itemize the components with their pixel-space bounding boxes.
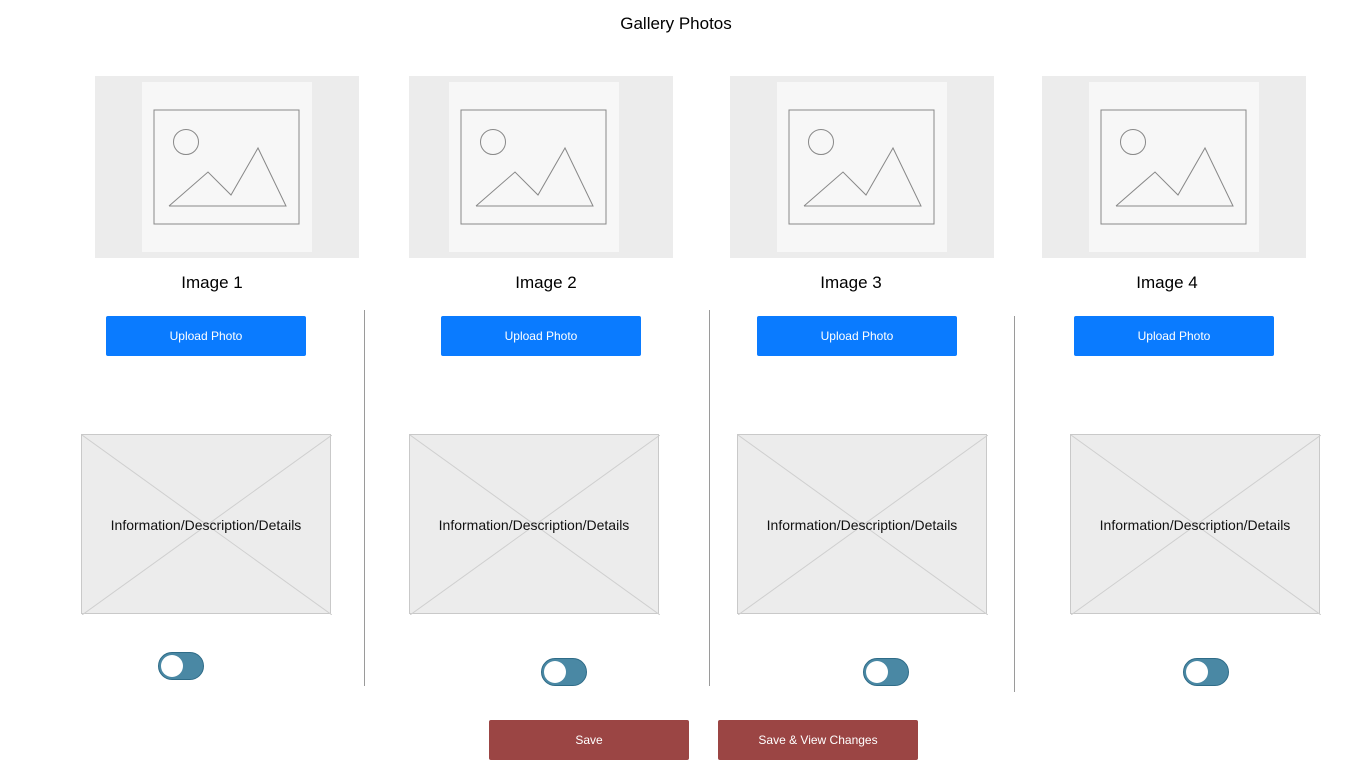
visibility-toggle-2[interactable] — [541, 658, 587, 686]
image-placeholder-icon — [777, 82, 947, 252]
save-button[interactable]: Save — [489, 720, 689, 760]
info-box-3[interactable]: Information/Description/Details — [737, 434, 988, 615]
upload-photo-button-1[interactable]: Upload Photo — [106, 316, 306, 356]
image-placeholder-icon — [142, 82, 312, 252]
column-divider-2 — [709, 310, 710, 686]
image-placeholder-1 — [95, 76, 359, 258]
visibility-toggle-3[interactable] — [863, 658, 909, 686]
info-box-1[interactable]: Information/Description/Details — [81, 434, 332, 615]
upload-photo-button-3[interactable]: Upload Photo — [757, 316, 957, 356]
info-text-2: Information/Description/Details — [438, 517, 630, 533]
column-divider-1 — [364, 310, 365, 686]
upload-photo-button-4[interactable]: Upload Photo — [1074, 316, 1274, 356]
page-title: Gallery Photos — [620, 14, 732, 33]
image-placeholder-icon — [1089, 82, 1259, 252]
image-placeholder-icon — [449, 82, 619, 252]
image-label-2: Image 2 — [515, 273, 577, 292]
upload-photo-button-2[interactable]: Upload Photo — [441, 316, 641, 356]
info-box-4[interactable]: Information/Description/Details — [1070, 434, 1321, 615]
save-view-changes-button[interactable]: Save & View Changes — [718, 720, 918, 760]
image-label-4: Image 4 — [1136, 273, 1198, 292]
toggle-knob — [866, 661, 888, 683]
toggle-knob — [544, 661, 566, 683]
image-label-1: Image 1 — [181, 273, 243, 292]
image-label-3: Image 3 — [820, 273, 882, 292]
image-placeholder-4 — [1042, 76, 1306, 258]
toggle-knob — [1186, 661, 1208, 683]
column-divider-3 — [1014, 316, 1015, 692]
visibility-toggle-1[interactable] — [158, 652, 204, 680]
info-box-2[interactable]: Information/Description/Details — [409, 434, 660, 615]
image-placeholder-2 — [409, 76, 673, 258]
visibility-toggle-4[interactable] — [1183, 658, 1229, 686]
info-text-4: Information/Description/Details — [1099, 517, 1291, 533]
image-placeholder-3 — [730, 76, 994, 258]
info-text-1: Information/Description/Details — [110, 517, 302, 533]
toggle-knob — [161, 655, 183, 677]
info-text-3: Information/Description/Details — [766, 517, 958, 533]
